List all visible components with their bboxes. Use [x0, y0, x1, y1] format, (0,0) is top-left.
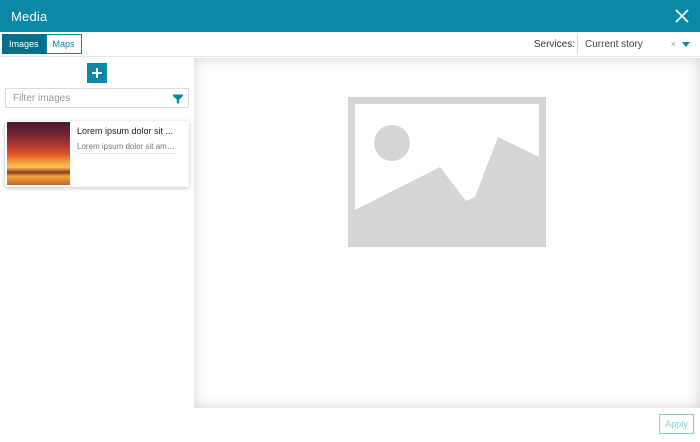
- media-item-text: Lorem ipsum dolor sit ... Lorem ipsum do…: [70, 121, 180, 187]
- apply-button[interactable]: Apply: [659, 414, 694, 434]
- media-list-item[interactable]: Lorem ipsum dolor sit ... Lorem ipsum do…: [5, 121, 189, 187]
- close-button[interactable]: [674, 8, 690, 24]
- dialog-title: Media: [11, 8, 48, 24]
- image-placeholder-icon: [348, 97, 546, 247]
- media-preview-area: [194, 58, 700, 408]
- dialog-footer: Apply: [0, 408, 700, 442]
- toolbar: Images Maps Services: Current story ×: [0, 32, 700, 57]
- services-select[interactable]: Current story ×: [577, 33, 690, 55]
- add-media-button[interactable]: [87, 63, 107, 83]
- services-filter: Services: Current story ×: [534, 33, 690, 55]
- media-dialog: Media Images Maps Services: Current stor…: [0, 0, 700, 442]
- media-type-tabs: Images Maps: [2, 34, 82, 54]
- close-icon: [675, 9, 689, 23]
- media-thumbnail: [7, 122, 70, 185]
- services-selected-value: Current story: [585, 38, 643, 50]
- plus-icon: [92, 68, 102, 78]
- dialog-header: Media: [0, 0, 700, 32]
- filter-images-input[interactable]: [13, 92, 172, 104]
- media-item-description: Lorem ipsum dolor sit ame...: [77, 142, 177, 154]
- caret-down-icon[interactable]: [682, 41, 690, 47]
- media-list-panel: Lorem ipsum dolor sit ... Lorem ipsum do…: [0, 58, 194, 408]
- filter-icon[interactable]: [172, 92, 184, 104]
- tab-images[interactable]: Images: [2, 34, 46, 54]
- tab-maps[interactable]: Maps: [45, 34, 82, 54]
- clear-icon[interactable]: ×: [671, 39, 676, 49]
- filter-box: [5, 88, 189, 108]
- media-item-title: Lorem ipsum dolor sit ...: [77, 126, 174, 136]
- services-label: Services:: [533, 38, 575, 50]
